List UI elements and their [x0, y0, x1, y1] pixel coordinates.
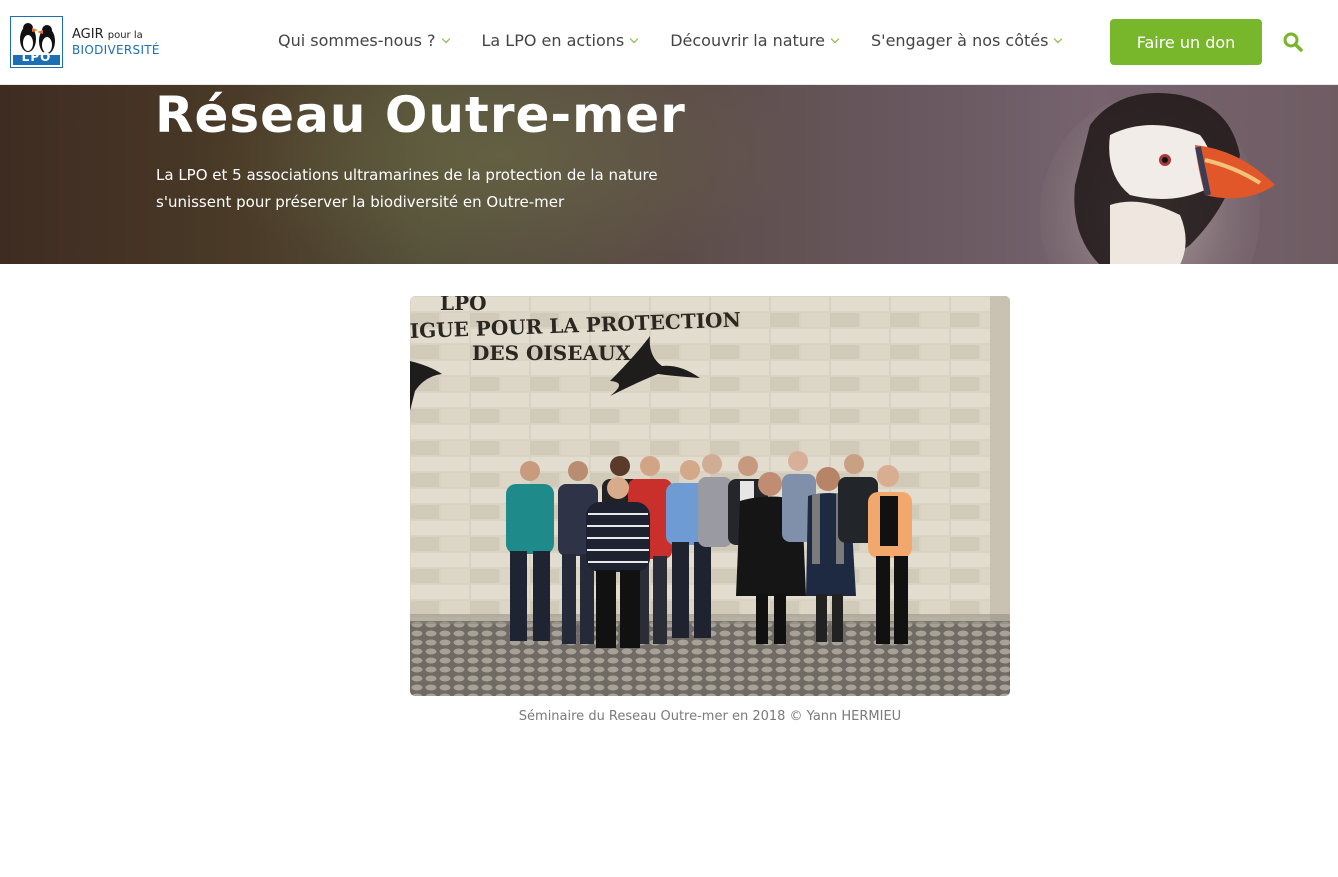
nav-label: La LPO en actions: [481, 31, 625, 50]
wall-text-oiseaux: DES OISEAUX: [472, 341, 631, 365]
wall-text-lpo: LPO: [440, 296, 487, 315]
nav-label: S'engager à nos côtés: [871, 31, 1049, 50]
logo-text: AGIR pour la BIODIVERSITÉ: [72, 26, 160, 57]
chevron-down-icon: [830, 34, 840, 44]
page-subtitle: La LPO et 5 associations ultramarines de…: [156, 166, 658, 211]
main-nav: Qui sommes-nous ? La LPO en actions Déco…: [278, 31, 1094, 50]
logo-pour-la: pour la: [107, 29, 143, 41]
chevron-down-icon: [441, 34, 450, 44]
site-logo[interactable]: LPO AGIR pour la BIODIVERSITÉ: [10, 16, 160, 68]
site-header: LPO AGIR pour la BIODIVERSITÉ Qui sommes…: [0, 0, 1338, 85]
group-photo: LPO IGUE POUR LA PROTECTION DES OISEAUX: [410, 296, 1010, 696]
nav-s-engager[interactable]: S'engager à nos côtés: [871, 31, 1063, 50]
logo-badge-text: LPO: [21, 50, 52, 64]
nav-label: Qui sommes-nous ?: [278, 31, 436, 50]
logo-agir: AGIR: [72, 26, 104, 42]
chevron-down-icon: [1054, 34, 1063, 44]
logo-biodiversite: BIODIVERSITÉ: [72, 42, 160, 57]
puffin-image: [1040, 93, 1275, 264]
search-icon[interactable]: [1283, 32, 1303, 52]
group-photo-image: LPO IGUE POUR LA PROTECTION DES OISEAUX: [410, 296, 1010, 696]
page-title: Réseau Outre-mer: [155, 86, 686, 144]
hero-banner: Réseau Outre-mer La LPO et 5 association…: [0, 85, 1338, 264]
nav-lpo-en-actions[interactable]: La LPO en actions: [481, 31, 639, 50]
donate-button[interactable]: Faire un don: [1110, 19, 1262, 65]
nav-label: Découvrir la nature: [670, 31, 826, 50]
nav-qui-sommes-nous[interactable]: Qui sommes-nous ?: [278, 31, 450, 50]
lpo-logo-badge: LPO: [10, 16, 63, 68]
chevron-down-icon: [629, 34, 639, 44]
nav-decouvrir-la-nature[interactable]: Découvrir la nature: [670, 31, 840, 50]
photo-caption: Séminaire du Reseau Outre-mer en 2018 © …: [518, 709, 902, 724]
